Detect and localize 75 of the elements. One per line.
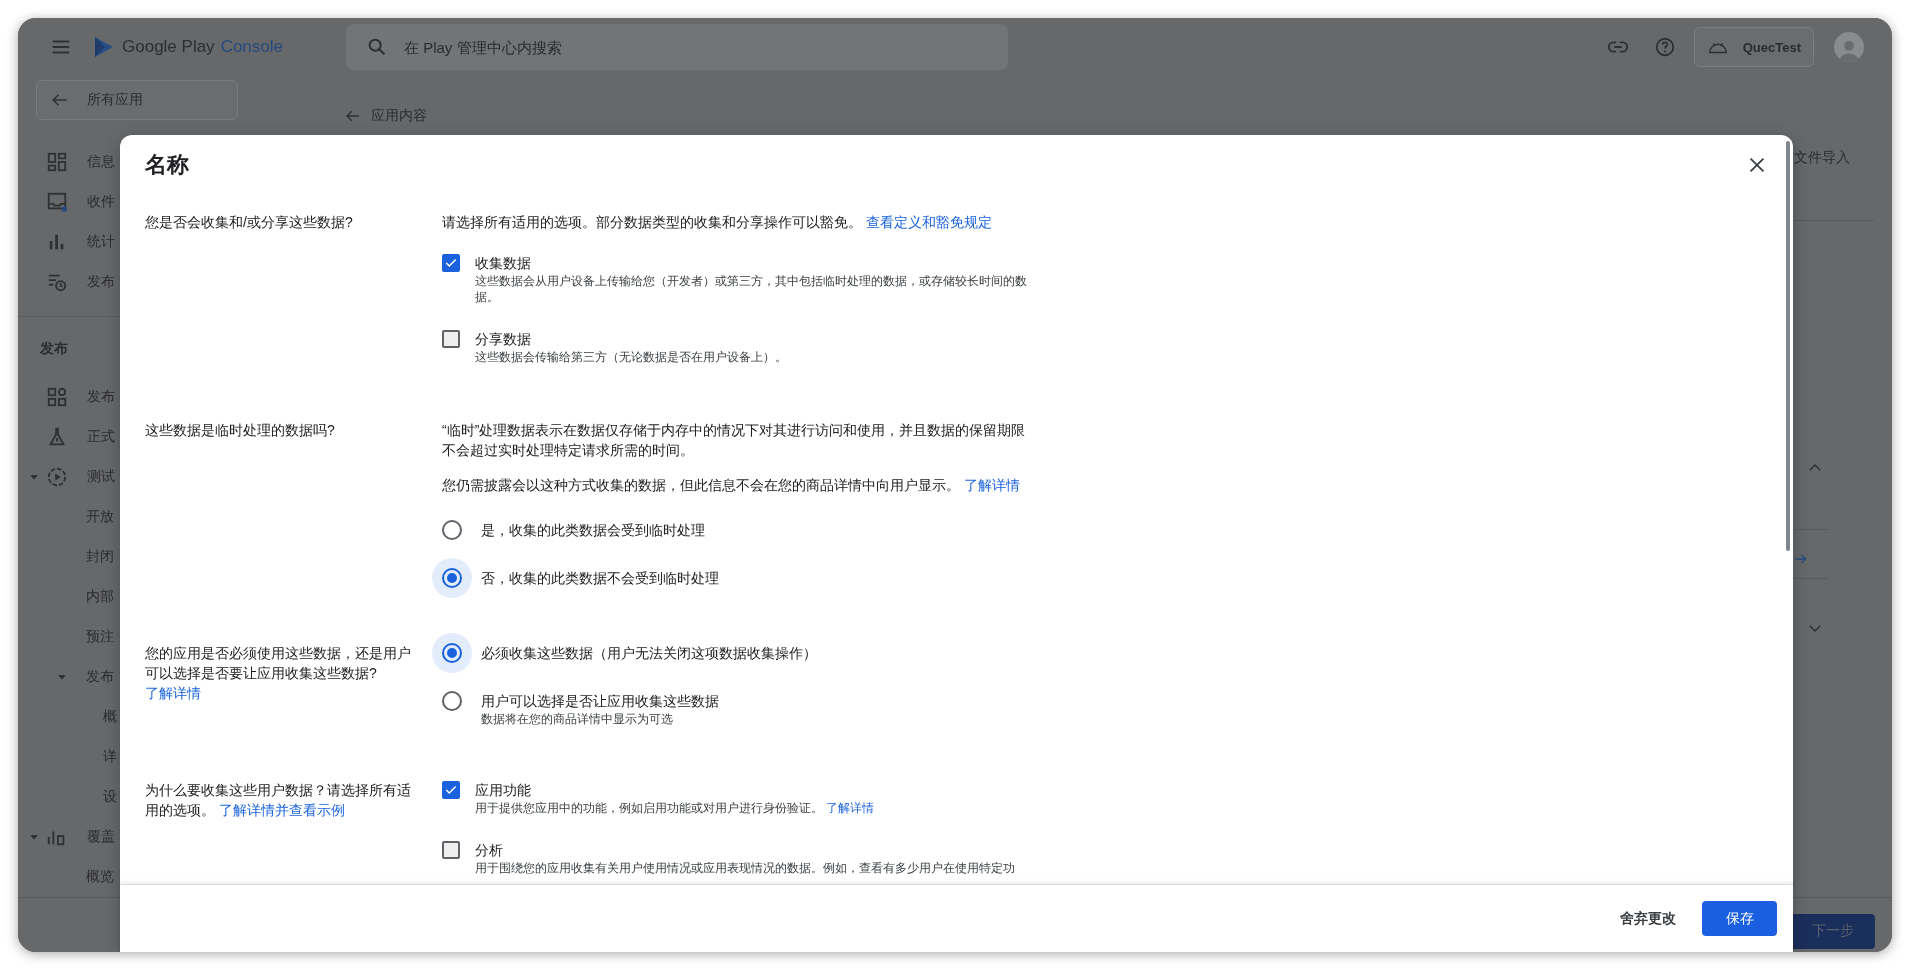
nav-item[interactable]: 开放 xyxy=(86,508,114,526)
breadcrumb-link[interactable]: 应用内容 xyxy=(345,107,1794,125)
save-button[interactable]: 保存 xyxy=(1702,901,1777,936)
flask-icon xyxy=(46,426,68,448)
search-field[interactable]: 在 Play 管理中心内搜索 xyxy=(346,24,1008,70)
nav-item[interactable]: 概览 xyxy=(86,868,114,886)
avatar[interactable] xyxy=(1834,32,1864,62)
radio-button[interactable] xyxy=(442,568,462,588)
caret-down-icon[interactable] xyxy=(29,472,39,482)
dialog-title: 名称 xyxy=(145,151,189,179)
learn-more-link[interactable]: 了解详情 xyxy=(826,801,875,815)
nav-item[interactable]: 发布 xyxy=(87,388,115,406)
question-text: 为什么要收集这些用户数据？请选择所有适用的选项。 了解详情并查看示例 xyxy=(145,781,412,820)
nav-item[interactable]: 测试 xyxy=(87,468,115,486)
checkbox[interactable] xyxy=(442,841,460,859)
option-label: 应用功能 xyxy=(475,781,532,800)
learn-more-link[interactable]: 了解详情 xyxy=(145,685,201,701)
grid-icon xyxy=(46,151,68,173)
radio-button[interactable] xyxy=(442,691,462,711)
nav-item[interactable]: 预注 xyxy=(86,628,114,646)
help-button[interactable] xyxy=(1653,36,1676,58)
option-description: 用于提供您应用中的功能，例如启用功能或对用户进行身份验证。 了解详情 xyxy=(475,800,875,816)
radio-button[interactable] xyxy=(442,520,462,540)
option-label: 分析 xyxy=(475,841,504,860)
option-label: 必须收集这些数据（用户无法关闭这项数据收集操作） xyxy=(481,644,817,663)
question-text: 这些数据是临时处理的数据吗? xyxy=(145,421,336,440)
play-circle-icon xyxy=(46,466,68,488)
nav-item[interactable]: 收件 xyxy=(87,193,115,211)
option-description: 这些数据会从用户设备上传输给您（开发者）或第三方，其中包括临时处理的数据，或存储较长时间的数据。 xyxy=(475,273,1028,305)
option-label: 是，收集的此类数据会受到临时处理 xyxy=(481,521,705,540)
question-text: 您的应用是否必须使用这些数据，还是用户可以选择是否要让应用收集这些数据? 了解详情 xyxy=(145,644,412,703)
learn-more-link[interactable]: 了解详情并查看示例 xyxy=(218,802,345,818)
nav-item[interactable]: 发布 xyxy=(87,273,115,291)
option-label: 用户可以选择是否让应用收集这些数据 xyxy=(481,692,719,711)
nav-item[interactable]: 设 xyxy=(103,788,117,806)
nav-item[interactable]: 信息 xyxy=(87,153,115,171)
option-label: 分享数据 xyxy=(475,330,532,349)
next-button[interactable]: 下一步 xyxy=(1790,913,1875,949)
scrollbar[interactable] xyxy=(1786,141,1790,551)
arrow-right-icon[interactable] xyxy=(1794,552,1808,566)
help-paragraph: 请选择所有适用的选项。部分数据类型的收集和分享操作可以豁免。 查看定义和豁免规定 xyxy=(442,213,993,232)
search-input[interactable]: 在 Play 管理中心内搜索 xyxy=(402,37,966,57)
caret-down-icon[interactable] xyxy=(57,672,67,682)
option-description: 数据将在您的商品详情中显示为可选 xyxy=(481,711,674,727)
help-paragraph: 您仍需披露会以这种方式收集的数据，但此信息不会在您的商品详情中向用户显示。 了解详情 xyxy=(442,476,1021,495)
nav-item[interactable]: 统计 xyxy=(87,233,115,251)
help-icon xyxy=(1653,36,1676,58)
nav-item[interactable]: 封闭 xyxy=(86,548,114,566)
tray-icon xyxy=(46,191,68,213)
section-heading: 发布 xyxy=(40,339,69,357)
nav-item[interactable]: 发布 xyxy=(86,668,114,686)
option-description: 这些数据会传输给第三方（无论数据是否在用户设备上）。 xyxy=(475,349,787,365)
learn-more-link[interactable]: 了解详情 xyxy=(963,477,1020,493)
nav-item[interactable]: 内部 xyxy=(86,588,114,606)
checkbox[interactable] xyxy=(442,254,460,272)
brand-name: Google Play xyxy=(122,37,215,57)
option-label: 否，收集的此类数据不会受到临时处理 xyxy=(481,569,719,588)
all-apps-button[interactable]: 所有应用 xyxy=(36,80,238,120)
help-paragraph: “临时”处理数据表示在数据仅存储于内存中的情况下对其进行访问和使用，并且数据的保留期限不会超过实时处理特定请求所需的时间。 xyxy=(442,421,1027,460)
nav-item[interactable]: 概 xyxy=(103,708,117,726)
option-label: 收集数据 xyxy=(475,254,532,273)
checkbox[interactable] xyxy=(442,330,460,348)
account-chip[interactable]: QuecTest xyxy=(1693,27,1814,67)
checkbox[interactable] xyxy=(442,781,460,799)
shapes-icon xyxy=(46,386,68,408)
search-icon xyxy=(366,36,388,58)
learn-more-link[interactable]: 查看定义和豁免规定 xyxy=(865,214,992,230)
question-text: 您是否会收集和/或分享这些数据? xyxy=(145,213,354,232)
discard-button[interactable]: 舍弃更改 xyxy=(1608,901,1688,936)
product-name: Console xyxy=(220,37,283,57)
back-arrow-icon xyxy=(345,108,361,124)
import-label[interactable]: 文件导入 xyxy=(1794,149,1892,167)
radio-button[interactable] xyxy=(442,643,462,663)
caret-down-icon[interactable] xyxy=(29,832,39,842)
option-description: 用于围绕您的应用收集有关用户使用情况或应用表现情况的数据。例如，查看有多少用户在使用特定功 xyxy=(475,860,1015,876)
